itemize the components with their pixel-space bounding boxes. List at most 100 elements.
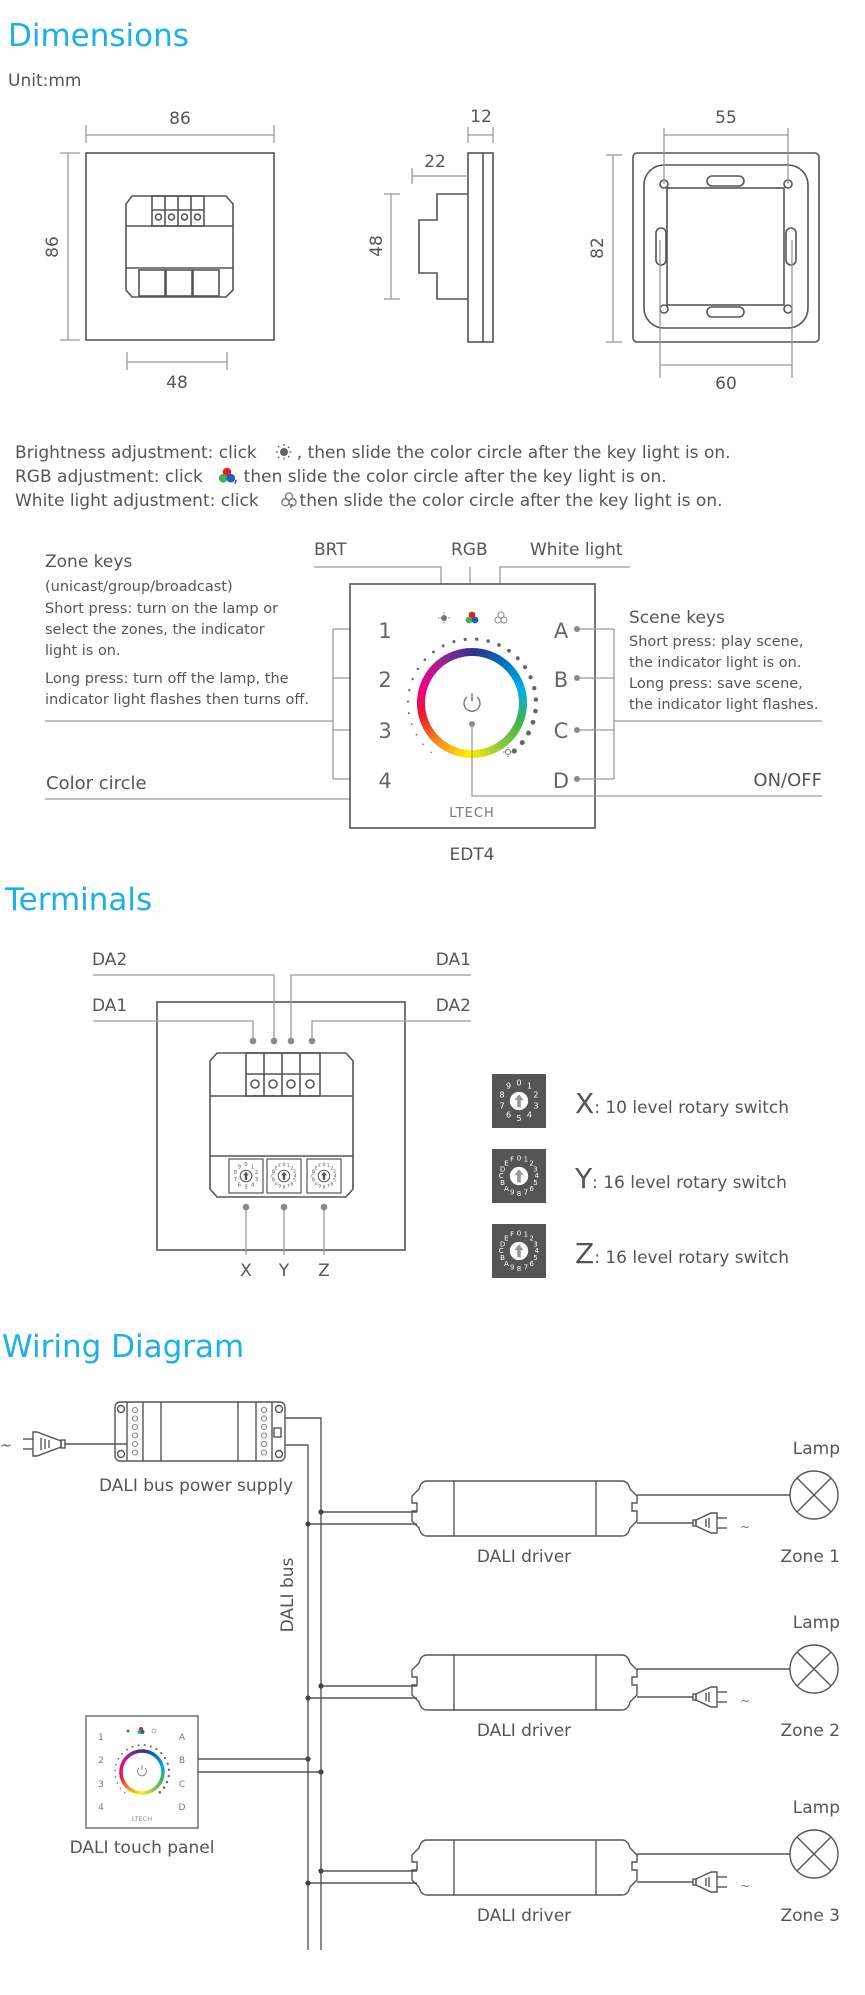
scale-dot <box>416 667 420 671</box>
mini-brand: LTECH <box>132 1815 152 1823</box>
switch-x-legend: X: 10 level rotary switch <box>575 1087 789 1120</box>
scene-key-a[interactable]: A <box>554 619 569 643</box>
svg-text:E: E <box>315 1165 318 1171</box>
scale-dot <box>486 639 490 643</box>
ring-segment <box>484 649 492 660</box>
ring-segment <box>151 1787 156 1792</box>
svg-text:6: 6 <box>529 1184 534 1193</box>
zone-long-2: indicator light flashes then turns off. <box>45 692 309 708</box>
ring-segment <box>518 707 527 714</box>
touch-panel-label: DALI touch panel <box>70 1838 215 1858</box>
mains-plug-icon <box>692 1686 727 1708</box>
ring-segment <box>502 660 512 671</box>
scale-dot <box>407 712 410 715</box>
mains-plug-icon <box>23 1431 66 1457</box>
zone-key-4[interactable]: 4 <box>378 769 391 793</box>
svg-text:F: F <box>510 1155 514 1164</box>
ring-segment <box>158 1780 163 1784</box>
dali-driver-3: ~ DALI driver Lamp Zone 3 <box>305 1798 840 1926</box>
ring-segment <box>501 736 511 746</box>
color-circle-label: Color circle <box>46 773 147 794</box>
svg-text:0: 0 <box>516 1077 521 1087</box>
switch-y-legend: Y: 16 level rotary switch <box>574 1162 787 1195</box>
scene-line-4: the indicator light flashes. <box>629 697 818 713</box>
edt4-panel-diagram: Zone keys (unicast/group/broadcast) Shor… <box>45 540 822 865</box>
ring-segment <box>150 1751 154 1756</box>
ring-segment <box>429 663 440 673</box>
ring-segment <box>152 1786 157 1791</box>
terminal-label-da2-top: DA2 <box>92 950 127 970</box>
ring-segment <box>498 738 508 749</box>
svg-text:0: 0 <box>517 1153 521 1162</box>
module-rotary-switch-x: 0 123456789 <box>228 1158 264 1194</box>
ring-segment <box>120 1778 125 1782</box>
scale-dot <box>528 675 533 680</box>
scale-dot <box>166 1762 169 1765</box>
ring-segment <box>155 1784 160 1789</box>
ring-segment <box>479 748 487 758</box>
rgb-label: RGB <box>451 540 488 560</box>
zone-key-2[interactable]: 2 <box>378 668 391 692</box>
scale-dot <box>432 650 435 654</box>
scene-key-d[interactable]: D <box>553 769 569 793</box>
zone-label: Zone 2 <box>781 1721 841 1741</box>
ring-segment <box>157 1758 162 1763</box>
scene-key-c[interactable]: C <box>554 719 569 743</box>
bus-power-supply <box>114 1401 286 1462</box>
svg-text:9: 9 <box>318 1184 321 1190</box>
ring-segment <box>122 1758 127 1763</box>
ring-segment <box>476 648 483 657</box>
ring-segment <box>491 743 500 754</box>
ring-segment <box>128 1752 133 1757</box>
zone-short-2: select the zones, the indicator <box>45 622 265 638</box>
ac-symbol: ~ <box>740 1694 750 1708</box>
terminal-screw <box>260 1406 268 1414</box>
ring-segment <box>133 1789 138 1794</box>
scale-dot <box>406 700 410 703</box>
junction <box>318 1868 324 1874</box>
svg-text:7: 7 <box>287 1184 290 1190</box>
zone-key-1[interactable]: 1 <box>378 619 391 643</box>
ring-segment <box>158 1760 163 1765</box>
ring-segment <box>432 735 442 746</box>
zone-short-1: Short press: turn on the lamp or <box>45 601 278 617</box>
rotary-switch-icon-x: 0 123456789 <box>492 1074 546 1128</box>
ring-segment <box>487 745 496 755</box>
side-thickness-label: 12 <box>470 107 492 127</box>
dali-driver-1: ~ DALI driver Lamp Zone 1 <box>305 1439 840 1567</box>
svg-text:8: 8 <box>517 1264 521 1273</box>
scale-dot <box>532 685 537 691</box>
ring-segment <box>127 1786 131 1791</box>
scale-dot <box>117 1757 120 1760</box>
scene-key-b[interactable]: B <box>554 668 568 692</box>
svg-text:7: 7 <box>234 1177 237 1183</box>
scene-line-3: Long press: save scene, <box>629 676 803 692</box>
ring-segment <box>436 657 446 668</box>
svg-text:6: 6 <box>238 1182 241 1188</box>
rotary-switch-legend: 0 1234567890 1 23456789ABCDE F0 1 23456789ABCD… <box>492 1074 789 1278</box>
brand-label: LTECH <box>449 806 494 821</box>
ring-segment <box>444 652 453 663</box>
ac-symbol: ~ <box>740 1520 750 1534</box>
terminal-screw <box>131 1406 139 1414</box>
svg-text:1: 1 <box>524 1155 528 1164</box>
terminal-screw <box>260 1449 268 1456</box>
ring-segment <box>514 719 524 727</box>
svg-text:9: 9 <box>510 1188 514 1197</box>
scene-line-1: Short press: play scene, <box>629 634 803 650</box>
svg-text:7: 7 <box>524 1263 528 1272</box>
wiring-diagram: ~ DALI bus power supply DALI bus ~ DALI d… <box>0 1401 841 1950</box>
svg-text:1: 1 <box>251 1164 254 1170</box>
driver-label: DALI driver <box>477 1547 571 1567</box>
terminal-screw <box>260 1432 268 1439</box>
front-width-label: 86 <box>169 109 191 129</box>
zone-key-3[interactable]: 3 <box>378 719 391 743</box>
ring-segment <box>426 667 437 677</box>
back-hole-spacing-label: 55 <box>715 108 737 128</box>
svg-text:5: 5 <box>293 1178 296 1184</box>
mains-plug-icon <box>692 1512 727 1534</box>
ring-segment <box>128 1787 133 1792</box>
scale-dot <box>533 697 539 702</box>
zone-long-1: Long press: turn off the lamp, the <box>45 671 289 687</box>
switch-z-legend: Z: 16 level rotary switch <box>575 1237 789 1270</box>
